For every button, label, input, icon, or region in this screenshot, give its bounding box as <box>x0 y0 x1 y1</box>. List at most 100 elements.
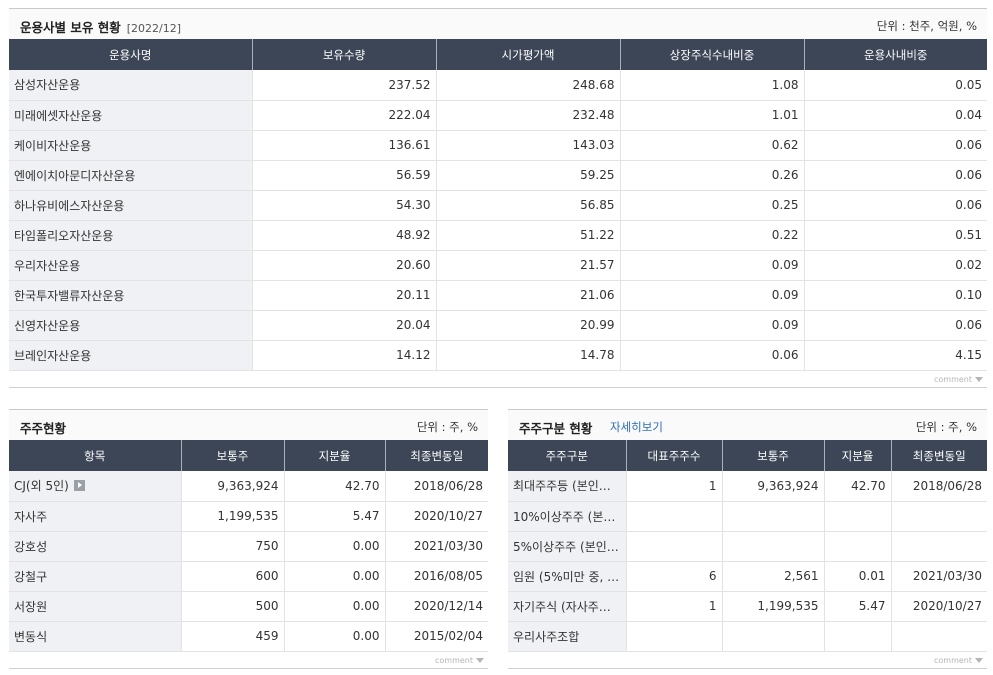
caret-down-icon <box>476 657 484 663</box>
holder-types-header: 주주구분 현황 자세히보기 단위 : 주, % <box>508 409 987 440</box>
quantity-cell: 48.92 <box>252 220 437 251</box>
ownership-ratio-cell: 0.00 <box>284 531 386 562</box>
comment-label: comment <box>933 655 972 665</box>
table-row: 삼성자산운용 237.52 248.68 1.08 0.05 <box>9 70 987 101</box>
listed-share-ratio-cell: 0.06 <box>620 340 805 371</box>
holdings-panel: 운용사별 보유 현황 [2022/12] 단위 : 천주, 억원, % 운용사명 … <box>9 8 987 388</box>
market-value-cell: 14.78 <box>436 340 621 371</box>
shareholders-comment-bar: comment <box>9 651 488 669</box>
shareholders-header: 주주현황 단위 : 주, % <box>9 409 488 440</box>
shareholders-panel: 주주현황 단위 : 주, % 항목 보통주 지분율 최종변동일 CJ(외 5인)… <box>9 409 488 669</box>
ownership-ratio-cell: 5.47 <box>824 591 892 622</box>
holder-type-name[interactable]: 임원 (5%미만 중, … <box>508 561 627 592</box>
shareholder-name-text: CJ(외 5인) <box>14 479 69 494</box>
holder-types-panel: 주주구분 현황 자세히보기 단위 : 주, % 주주구분 대표주주수 보통주 지… <box>508 409 987 669</box>
last-change-date-cell: 2020/10/27 <box>385 501 488 532</box>
ownership-ratio-cell: 0.01 <box>824 561 892 592</box>
common-shares-cell: 9,363,924 <box>181 471 285 502</box>
market-value-cell: 51.22 <box>436 220 621 251</box>
col-holder-type: 주주구분 <box>508 440 627 471</box>
caret-down-icon <box>975 657 983 663</box>
expand-arrow-icon[interactable] <box>73 480 85 492</box>
representative-count-cell: 6 <box>626 561 723 592</box>
shareholder-name: 서장원 <box>9 591 182 622</box>
market-value-cell: 59.25 <box>436 160 621 191</box>
col-manager-ratio: 운용사내비중 <box>804 39 987 70</box>
market-value-cell: 56.85 <box>436 190 621 221</box>
quantity-cell: 14.12 <box>252 340 437 371</box>
common-shares-cell: 500 <box>181 591 285 622</box>
holder-type-name[interactable]: 우리사주조합 <box>508 621 627 652</box>
ownership-ratio-cell: 5.47 <box>284 501 386 532</box>
market-value-cell: 143.03 <box>436 130 621 161</box>
fund-manager-name: 미래에셋자산운용 <box>9 100 253 131</box>
fund-manager-name: 엔에이치아문디자산운용 <box>9 160 253 191</box>
quantity-cell: 54.30 <box>252 190 437 221</box>
last-change-date-cell <box>891 531 987 562</box>
holder-types-title: 주주구분 현황 <box>519 421 593 436</box>
manager-ratio-cell: 0.06 <box>804 130 987 161</box>
listed-share-ratio-cell: 0.25 <box>620 190 805 221</box>
common-shares-cell <box>722 531 825 562</box>
quantity-cell: 20.04 <box>252 310 437 341</box>
table-row: 임원 (5%미만 중, … 6 2,561 0.01 2021/03/30 <box>508 561 987 592</box>
holder-type-name[interactable]: 최대주주등 (본인… <box>508 471 627 502</box>
common-shares-cell: 459 <box>181 621 285 652</box>
table-row: 하나유비에스자산운용 54.30 56.85 0.25 0.06 <box>9 190 987 221</box>
listed-share-ratio-cell: 1.08 <box>620 70 805 101</box>
common-shares-cell: 9,363,924 <box>722 471 825 502</box>
fund-manager-name: 한국투자밸류자산운용 <box>9 280 253 311</box>
shareholders-comment-button[interactable]: comment <box>435 656 484 665</box>
shareholders-title: 주주현황 <box>20 421 67 436</box>
table-row: 강철구 600 0.00 2016/08/05 <box>9 561 488 592</box>
representative-count-cell: 1 <box>626 591 723 622</box>
holdings-title: 운용사별 보유 현황 [2022/12] <box>20 20 181 35</box>
holder-type-name[interactable]: 자기주식 (자사주… <box>508 591 627 622</box>
table-row: 10%이상주주 (본… <box>508 501 987 532</box>
fund-manager-name: 하나유비에스자산운용 <box>9 190 253 221</box>
representative-count-cell <box>626 501 723 532</box>
last-change-date-cell: 2016/08/05 <box>385 561 488 592</box>
ownership-ratio-cell: 0.00 <box>284 621 386 652</box>
last-change-date-cell <box>891 621 987 652</box>
holdings-comment-bar: comment <box>9 370 987 388</box>
table-row: 자사주 1,199,535 5.47 2020/10/27 <box>9 501 488 532</box>
holder-types-table: 주주구분 대표주주수 보통주 지분율 최종변동일 최대주주등 (본인… 1 9,36… <box>508 440 987 652</box>
holdings-header: 운용사별 보유 현황 [2022/12] 단위 : 천주, 억원, % <box>9 8 987 39</box>
quantity-cell: 56.59 <box>252 160 437 191</box>
ownership-ratio-cell <box>824 621 892 652</box>
holdings-table: 운용사명 보유수량 시가평가액 상장주식수내비중 운용사내비중 삼성자산운용 23… <box>9 39 987 371</box>
col-item: 항목 <box>9 440 182 471</box>
shareholder-name: CJ(외 5인) <box>9 471 182 502</box>
col-market-value: 시가평가액 <box>436 39 621 70</box>
comment-label: comment <box>933 374 972 384</box>
representative-count-cell: 1 <box>626 471 723 502</box>
manager-ratio-cell: 0.06 <box>804 160 987 191</box>
col-listed-share-ratio: 상장주식수내비중 <box>620 39 805 70</box>
table-row: 케이비자산운용 136.61 143.03 0.62 0.06 <box>9 130 987 161</box>
last-change-date-cell: 2021/03/30 <box>891 561 987 592</box>
table-row: 한국투자밸류자산운용 20.11 21.06 0.09 0.10 <box>9 280 987 311</box>
manager-ratio-cell: 0.04 <box>804 100 987 131</box>
ownership-ratio-cell <box>824 501 892 532</box>
manager-ratio-cell: 0.05 <box>804 70 987 101</box>
fund-manager-name: 신영자산운용 <box>9 310 253 341</box>
holder-type-name[interactable]: 5%이상주주 (본인… <box>508 531 627 562</box>
table-row: 브레인자산운용 14.12 14.78 0.06 4.15 <box>9 340 987 371</box>
col-common-shares: 보통주 <box>722 440 825 471</box>
fund-manager-name: 타임폴리오자산운용 <box>9 220 253 251</box>
last-change-date-cell: 2018/06/28 <box>385 471 488 502</box>
col-ownership-ratio: 지분율 <box>284 440 386 471</box>
common-shares-cell: 750 <box>181 531 285 562</box>
holder-types-comment-button[interactable]: comment <box>934 656 983 665</box>
col-fund-manager: 운용사명 <box>9 39 253 70</box>
table-row: 자기주식 (자사주… 1 1,199,535 5.47 2020/10/27 <box>508 591 987 622</box>
table-row: 미래에셋자산운용 222.04 232.48 1.01 0.04 <box>9 100 987 131</box>
detail-link[interactable]: 자세히보기 <box>610 419 663 435</box>
fund-manager-name: 우리자산운용 <box>9 250 253 281</box>
quantity-cell: 222.04 <box>252 100 437 131</box>
listed-share-ratio-cell: 0.22 <box>620 220 805 251</box>
holder-type-name[interactable]: 10%이상주주 (본… <box>508 501 627 532</box>
common-shares-cell: 1,199,535 <box>181 501 285 532</box>
holdings-comment-button[interactable]: comment <box>934 375 983 384</box>
